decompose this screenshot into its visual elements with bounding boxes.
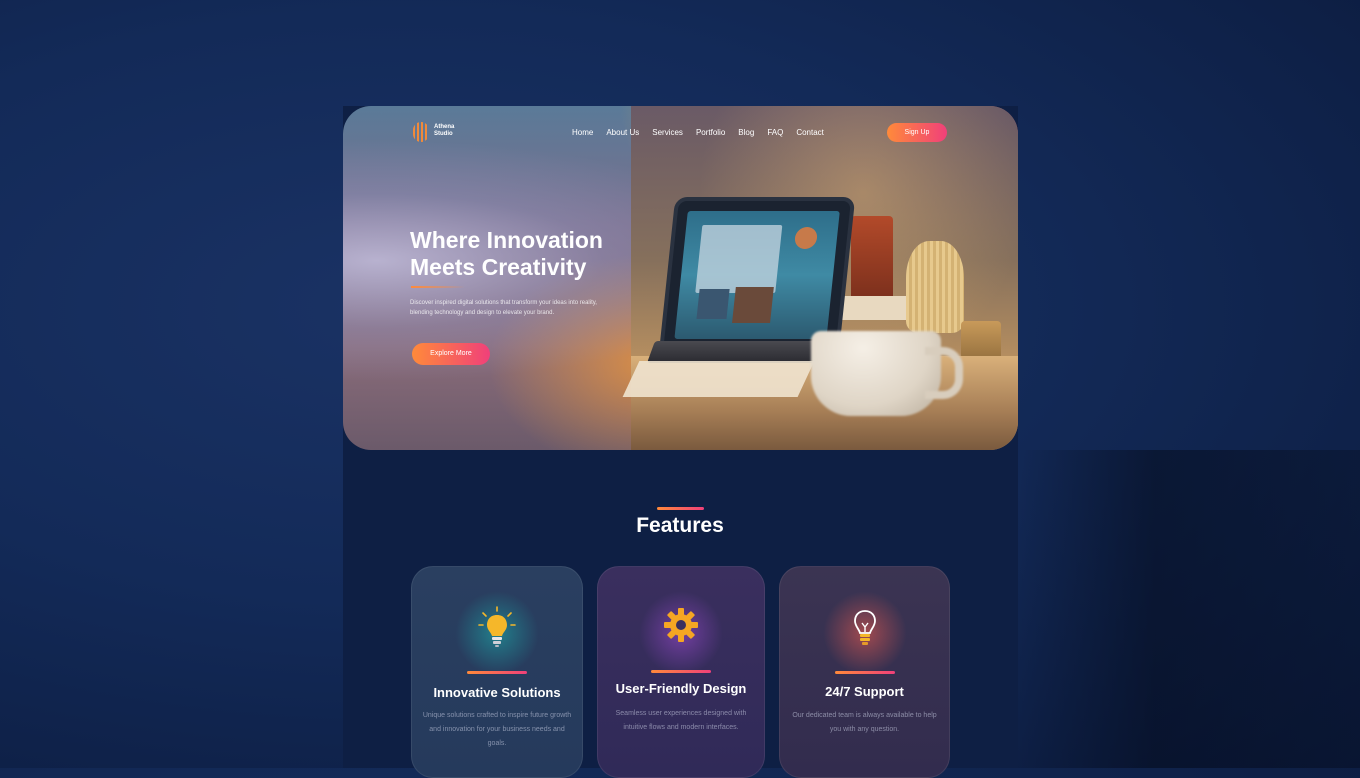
hero-title-line1: Where Innovation bbox=[410, 227, 603, 253]
nav-link-home[interactable]: Home bbox=[572, 128, 593, 140]
notepad bbox=[622, 361, 815, 397]
card-title: Innovative Solutions bbox=[433, 685, 561, 700]
logo-icon[interactable] bbox=[413, 122, 429, 142]
coffee-mug bbox=[811, 331, 963, 416]
card-divider bbox=[467, 671, 527, 674]
gear-icon bbox=[664, 608, 698, 642]
explore-more-button[interactable]: Explore More bbox=[412, 343, 490, 365]
hero-title-line2: Meets Creativity bbox=[410, 254, 587, 280]
card-description: Unique solutions crafted to inspire futu… bbox=[422, 712, 572, 747]
vase bbox=[906, 241, 964, 333]
features-divider bbox=[657, 507, 704, 510]
nav-link-about-us[interactable]: About Us bbox=[606, 128, 639, 140]
laptop-screen bbox=[663, 201, 851, 351]
feature-card-innovative-solutions[interactable]: Innovative Solutions Unique solutions cr… bbox=[411, 566, 583, 778]
nav-link-services[interactable]: Services bbox=[652, 128, 683, 140]
nav-links: Home About Us Services Portfolio Blog FA… bbox=[572, 128, 837, 140]
card-title: 24/7 Support bbox=[825, 684, 904, 699]
lightbulb-glowing-icon bbox=[478, 606, 516, 647]
card-description: Seamless user experiences designed with … bbox=[615, 710, 747, 731]
hero-title: Where Innovation Meets Creativity bbox=[410, 227, 650, 281]
card-divider bbox=[834, 671, 895, 674]
top-navigation: Athena Studio Home About Us Services Por… bbox=[343, 106, 1018, 162]
hero-divider bbox=[411, 286, 465, 288]
nav-link-faq[interactable]: FAQ bbox=[767, 128, 783, 140]
nav-link-blog[interactable]: Blog bbox=[738, 128, 754, 140]
hero-description: Discover inspired digital solutions that… bbox=[410, 300, 597, 316]
card-divider bbox=[651, 670, 711, 673]
feature-card-24-7-support[interactable]: 24/7 Support Our dedicated team is alway… bbox=[779, 566, 950, 778]
features-heading: Features bbox=[636, 514, 724, 537]
nav-link-portfolio[interactable]: Portfolio bbox=[696, 128, 725, 140]
book-stack bbox=[831, 296, 911, 320]
logo-text[interactable]: Athena Studio bbox=[434, 124, 474, 138]
lightbulb-outline-icon bbox=[853, 610, 876, 645]
card-description: Our dedicated team is always available t… bbox=[792, 712, 937, 733]
card-title: User-Friendly Design bbox=[615, 681, 747, 696]
pencil-cup bbox=[851, 216, 893, 301]
signup-button[interactable]: Sign Up bbox=[887, 123, 947, 142]
feature-card-user-friendly-design[interactable]: User-Friendly Design Seamless user exper… bbox=[597, 566, 765, 778]
nav-link-contact[interactable]: Contact bbox=[796, 128, 824, 140]
background-shadow bbox=[1018, 450, 1360, 768]
